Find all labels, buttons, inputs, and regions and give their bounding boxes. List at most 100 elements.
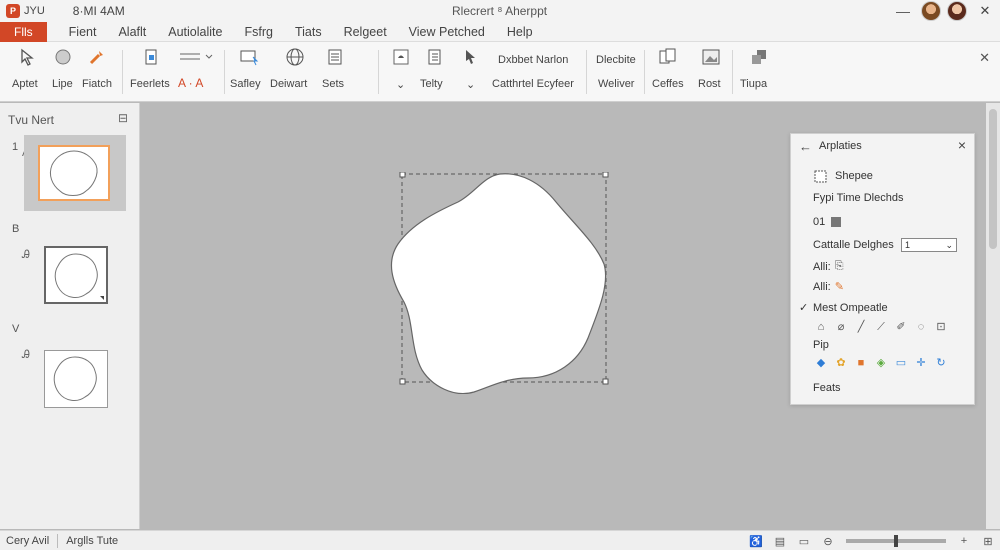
swatch-icon: [831, 217, 842, 227]
ribbon-button-rost[interactable]: Rost: [698, 46, 724, 98]
eraser-tool-icon[interactable]: ⌀: [833, 320, 849, 334]
color-tool-row: ◆ ✿ ■ ◈ ▭ ✛ ↻: [813, 356, 949, 370]
ribbon-button-ceffes[interactable]: Ceffes: [652, 46, 684, 98]
ribbon-label: Deiwart: [270, 78, 308, 90]
slide-number: 1: [12, 141, 19, 153]
ribbon-button-tiupa[interactable]: Tiupa: [740, 46, 774, 98]
status-separator: [57, 533, 59, 548]
move-tool-icon[interactable]: ✛: [913, 356, 929, 370]
palette-tool-icon[interactable]: ✿: [833, 356, 849, 370]
close-window-button[interactable]: ✕: [970, 3, 1000, 19]
scrollbar-thumb[interactable]: [989, 109, 997, 249]
ribbon-separator: [586, 50, 587, 94]
font-color-icon[interactable]: A · A: [178, 76, 203, 90]
orange-tool-icon[interactable]: ■: [853, 356, 869, 370]
menu-item[interactable]: View Petched: [409, 25, 485, 39]
zoom-slider-knob[interactable]: [894, 535, 898, 547]
footer-row[interactable]: Feats: [813, 382, 841, 394]
ribbon-button-lipe[interactable]: Lipe: [52, 46, 74, 98]
ribbon-text-bottom[interactable]: Catthrtel Ecyfeer: [492, 78, 574, 90]
ribbon-button-feerlets[interactable]: Feerlets: [130, 46, 170, 98]
slide-thumbnail-3[interactable]: [44, 350, 108, 408]
minimize-button[interactable]: —: [888, 3, 918, 19]
ribbon-text-bottom[interactable]: Weliver: [598, 78, 634, 90]
circle-icon: [52, 46, 74, 68]
fit-window-icon[interactable]: ⊞: [980, 535, 996, 548]
shape-tool-icon[interactable]: ⌂: [813, 320, 829, 334]
folder-tool-icon[interactable]: ▭: [893, 356, 909, 370]
ribbon-label: Feerlets: [130, 78, 170, 90]
tool-row: ⌂ ⌀ ╱ ⟋ ✐ ◌ ⊡: [813, 320, 949, 334]
zoom-slider[interactable]: [846, 535, 946, 547]
fill-option[interactable]: Fypi Time Dlechds: [813, 192, 903, 204]
dropdown-value: 1: [905, 240, 911, 250]
ribbon-button-font-color[interactable]: A · A: [176, 46, 216, 98]
blob-shape[interactable]: [388, 171, 612, 395]
animation-mark-icon: Ꭿ: [22, 349, 30, 361]
blob-shape-thumbnail: [54, 253, 104, 300]
select-row: Cattalle Delghes: [813, 239, 894, 251]
refresh-tool-icon[interactable]: ↻: [933, 356, 949, 370]
status-text: Cery Avil: [6, 534, 50, 547]
collapse-panel-icon[interactable]: ⊟: [118, 111, 128, 125]
menu-item[interactable]: Tiats: [295, 25, 322, 39]
alt-label: Alli:: [813, 280, 831, 293]
cursor-icon: [460, 46, 482, 68]
chevron-down-icon[interactable]: ⌄: [396, 78, 405, 91]
quick-access-label[interactable]: JYU: [24, 5, 45, 17]
ribbon-button-deiwart[interactable]: Deiwart: [270, 46, 308, 98]
slide-thumbnail-1[interactable]: [38, 145, 110, 201]
ribbon-button-select[interactable]: ⌄: [460, 46, 482, 98]
green-tool-icon[interactable]: ◈: [873, 356, 889, 370]
back-arrow-icon[interactable]: ←: [799, 139, 812, 154]
ribbon-button-aptet[interactable]: Aptet: [12, 46, 40, 98]
title-bar: P JYU 8·MI 4AM Rlecrert ⁸ Aherppt — ✕: [0, 0, 1000, 22]
pip-label: Pip: [813, 339, 829, 351]
menu-item[interactable]: Relgeet: [344, 25, 387, 39]
document-title: Rlecrert ⁸ Aherppt: [452, 4, 548, 18]
style-dropdown[interactable]: 1 ⌄: [901, 238, 957, 252]
alt-option[interactable]: Alli: ⎘: [813, 260, 844, 273]
view-normal-icon[interactable]: ▭: [796, 535, 812, 548]
pin-tool-icon[interactable]: ◆: [813, 356, 829, 370]
brush-tool-icon[interactable]: ⟋: [873, 320, 889, 334]
chevron-down-icon[interactable]: ⌄: [466, 78, 475, 91]
shape-option[interactable]: Shepee: [813, 168, 873, 184]
close-icon[interactable]: ✕: [979, 50, 990, 66]
ribbon-text-top[interactable]: Dlecbite: [596, 54, 636, 66]
pen-tool-icon[interactable]: ✐: [893, 320, 909, 334]
lasso-tool-icon[interactable]: ◌: [913, 320, 929, 334]
list-icon: [324, 46, 346, 68]
file-tab[interactable]: Flls: [0, 21, 47, 42]
ribbon-separator: [224, 50, 225, 94]
menu-item[interactable]: Fsfrg: [244, 25, 272, 39]
crop-tool-icon[interactable]: ⊡: [933, 320, 949, 334]
alt-option[interactable]: Alli: ✎: [813, 280, 844, 294]
selected-shape[interactable]: [388, 171, 612, 395]
menu-item[interactable]: Fient: [69, 25, 97, 39]
ribbon-text-top[interactable]: Dxbbet Narlon: [498, 54, 568, 66]
zoom-out-icon[interactable]: ⊖: [820, 535, 836, 548]
ribbon-button-shape-select[interactable]: ⌄: [390, 46, 412, 98]
ribbon-button-sets[interactable]: Sets: [322, 46, 348, 98]
number-option[interactable]: 01: [813, 216, 842, 228]
format-pane-title: Arplaties: [819, 140, 862, 152]
document-icon: [140, 46, 162, 68]
menu-bar: Flls Fient Alaflt Autiolalite Fsfrg Tiat…: [0, 21, 1000, 42]
accessibility-icon[interactable]: ♿: [748, 535, 764, 548]
ribbon-button-telty[interactable]: Telty: [420, 46, 450, 98]
ribbon-button-safley[interactable]: Safley: [230, 46, 262, 98]
ribbon-button-fiatch[interactable]: Fiatch: [82, 46, 112, 98]
avatar[interactable]: [921, 1, 941, 21]
menu-item[interactable]: Autiolalite: [168, 25, 222, 39]
vertical-scrollbar[interactable]: [986, 103, 1000, 529]
slide-thumbnail-2[interactable]: [44, 246, 108, 304]
notes-icon[interactable]: ▤: [772, 535, 788, 548]
line-tool-icon[interactable]: ╱: [853, 320, 869, 334]
avatar[interactable]: [947, 1, 967, 21]
checked-option[interactable]: Mest Ompeatle: [813, 302, 888, 314]
menu-item[interactable]: Alaflt: [118, 25, 146, 39]
menu-item[interactable]: Help: [507, 25, 533, 39]
zoom-in-icon[interactable]: +: [956, 535, 972, 547]
close-icon[interactable]: ×: [958, 137, 966, 153]
